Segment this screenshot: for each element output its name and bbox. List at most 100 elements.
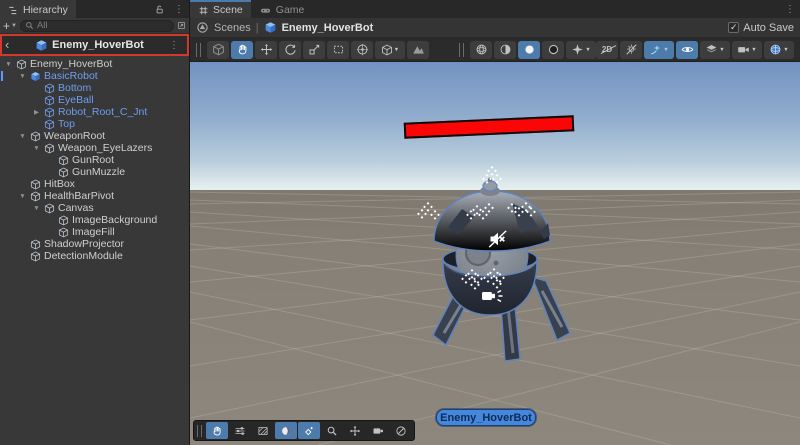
lighting-toggle-button[interactable] (620, 41, 642, 59)
view-hand-tool-button[interactable] (231, 41, 253, 59)
tree-item[interactable]: Canvas (0, 202, 189, 214)
camera-nav-button[interactable] (367, 422, 389, 439)
tree-item[interactable]: Bottom (0, 82, 189, 94)
scene-grid-icon (198, 5, 209, 16)
half-shaded-button[interactable] (494, 41, 516, 59)
compass-button[interactable] (390, 422, 412, 439)
rect-tool-button[interactable] (327, 41, 349, 59)
tree-item[interactable]: BasicRobot (0, 70, 189, 82)
tree-item[interactable]: GunMuzzle (0, 166, 189, 178)
tree-item[interactable]: ImageFill (0, 226, 189, 238)
foldout-icon[interactable] (32, 145, 41, 152)
layers-dropdown-button[interactable]: ▼ (700, 41, 730, 59)
shaded-sphere-icon (523, 43, 536, 56)
tab-hierarchy-label: Hierarchy (23, 4, 68, 16)
particles-toggle-button[interactable] (298, 422, 320, 439)
tree-item[interactable]: ImageBackground (0, 214, 189, 226)
tree-item[interactable]: ShadowProjector (0, 238, 189, 250)
tree-item[interactable]: Enemy_HoverBot (0, 58, 189, 70)
hierarchy-menu-kebab-icon[interactable] (169, 0, 189, 18)
sliders-icon (234, 425, 246, 437)
effects-dropdown-button[interactable]: ▼ (644, 41, 674, 59)
audio-muted-gizmo-icon[interactable] (488, 229, 508, 249)
transform-tool-button[interactable] (351, 41, 373, 59)
gameobject-cube-icon (44, 95, 55, 106)
debug-draw-button[interactable]: ▼ (566, 41, 596, 59)
foldout-icon[interactable] (4, 61, 13, 68)
gameobject-cube-icon (58, 215, 69, 226)
tab-game[interactable]: Game (251, 0, 313, 18)
tree-item[interactable]: HitBox (0, 178, 189, 190)
wireframe-hatch-button[interactable] (252, 422, 274, 439)
move-nav-button[interactable] (344, 422, 366, 439)
rotate-tool-button[interactable] (279, 41, 301, 59)
settings-sliders-button[interactable] (229, 422, 251, 439)
wireframe-mode-button[interactable] (542, 41, 564, 59)
scene-visibility-button[interactable] (676, 41, 698, 59)
tree-item[interactable]: HealthBarPivot (0, 190, 189, 202)
gizmos-globe-icon (769, 43, 782, 56)
wire-globe-icon (475, 43, 488, 56)
gameobject-cube-icon (58, 167, 69, 178)
back-chevron-icon[interactable] (5, 40, 15, 50)
zoom-button[interactable] (321, 422, 343, 439)
tab-hierarchy[interactable]: Hierarchy (0, 0, 76, 18)
scale-tool-button[interactable] (303, 41, 325, 59)
scene-badge-icon (196, 21, 209, 34)
editor-tools-button[interactable] (407, 41, 429, 59)
shaded-mode-button[interactable] (518, 41, 540, 59)
breadcrumb-current[interactable]: Enemy_HoverBot (282, 22, 374, 34)
tree-item[interactable]: GunRoot (0, 154, 189, 166)
foldout-icon[interactable] (18, 193, 27, 200)
foldout-icon[interactable] (32, 108, 41, 116)
create-object-button[interactable]: +▼ (3, 21, 17, 31)
tree-item[interactable]: WeaponRoot (0, 130, 189, 142)
foldout-icon[interactable] (32, 205, 41, 212)
drag-grip[interactable] (196, 43, 201, 57)
gameobject-cube-icon (58, 155, 69, 166)
tree-item[interactable]: EyeBall (0, 94, 189, 106)
chevron-down-icon: ▼ (751, 47, 756, 53)
tree-item[interactable]: Robot_Root_C_Jnt (0, 106, 189, 118)
picker-icon[interactable] (177, 19, 186, 32)
health-bar[interactable] (404, 115, 575, 138)
auto-save-toggle[interactable]: Auto Save (728, 22, 794, 34)
tab-game-label: Game (276, 4, 305, 16)
gameobject-cube-icon (30, 179, 41, 190)
move-icon (260, 43, 273, 56)
foldout-icon[interactable] (18, 73, 27, 80)
prefab-mode-header[interactable]: Enemy_HoverBot (0, 34, 189, 56)
drag-grip[interactable] (459, 43, 464, 57)
2d-toggle-button[interactable]: 2D (596, 41, 618, 59)
tab-scene[interactable]: Scene (190, 0, 251, 18)
tree-item[interactable]: Top (0, 118, 189, 130)
foldout-icon[interactable] (18, 133, 27, 140)
search-input[interactable] (37, 20, 169, 31)
selection-label[interactable]: Enemy_HoverBot (436, 409, 536, 426)
chevron-down-icon: ▼ (394, 47, 399, 53)
tree-item[interactable]: DetectionModule (0, 250, 189, 262)
prefab-header-kebab-icon[interactable] (164, 40, 184, 51)
hierarchy-search-field[interactable] (20, 20, 174, 32)
view-options-overlay: 2D ▼ ▼ ▼ ▼ (596, 41, 794, 59)
drag-grip[interactable] (197, 425, 202, 437)
chevron-down-icon: ▼ (585, 47, 590, 53)
gizmos-dropdown-button[interactable]: ▼ (764, 41, 794, 59)
shaded-wireframe-button[interactable] (470, 41, 492, 59)
tool-context-button[interactable] (207, 41, 229, 59)
lock-icon[interactable] (150, 0, 169, 18)
camera-icon (737, 43, 750, 56)
hatch-icon (257, 425, 269, 437)
pan-hand-button[interactable] (206, 422, 228, 439)
move-tool-button[interactable] (255, 41, 277, 59)
sphere-shading-button[interactable] (275, 422, 297, 439)
scene-menu-kebab-icon[interactable] (780, 0, 800, 18)
auto-save-checkbox[interactable] (728, 22, 739, 33)
projector-gizmo-icon[interactable] (481, 288, 505, 304)
tree-item[interactable]: Weapon_EyeLazers (0, 142, 189, 154)
custom-tool-button[interactable]: ▼ (375, 41, 405, 59)
hoverbot-model[interactable] (420, 175, 590, 375)
camera-overlay-button[interactable]: ▼ (732, 41, 762, 59)
breadcrumb-root[interactable]: Scenes (214, 22, 251, 34)
scene-viewport[interactable]: Enemy_HoverBot (190, 62, 800, 445)
